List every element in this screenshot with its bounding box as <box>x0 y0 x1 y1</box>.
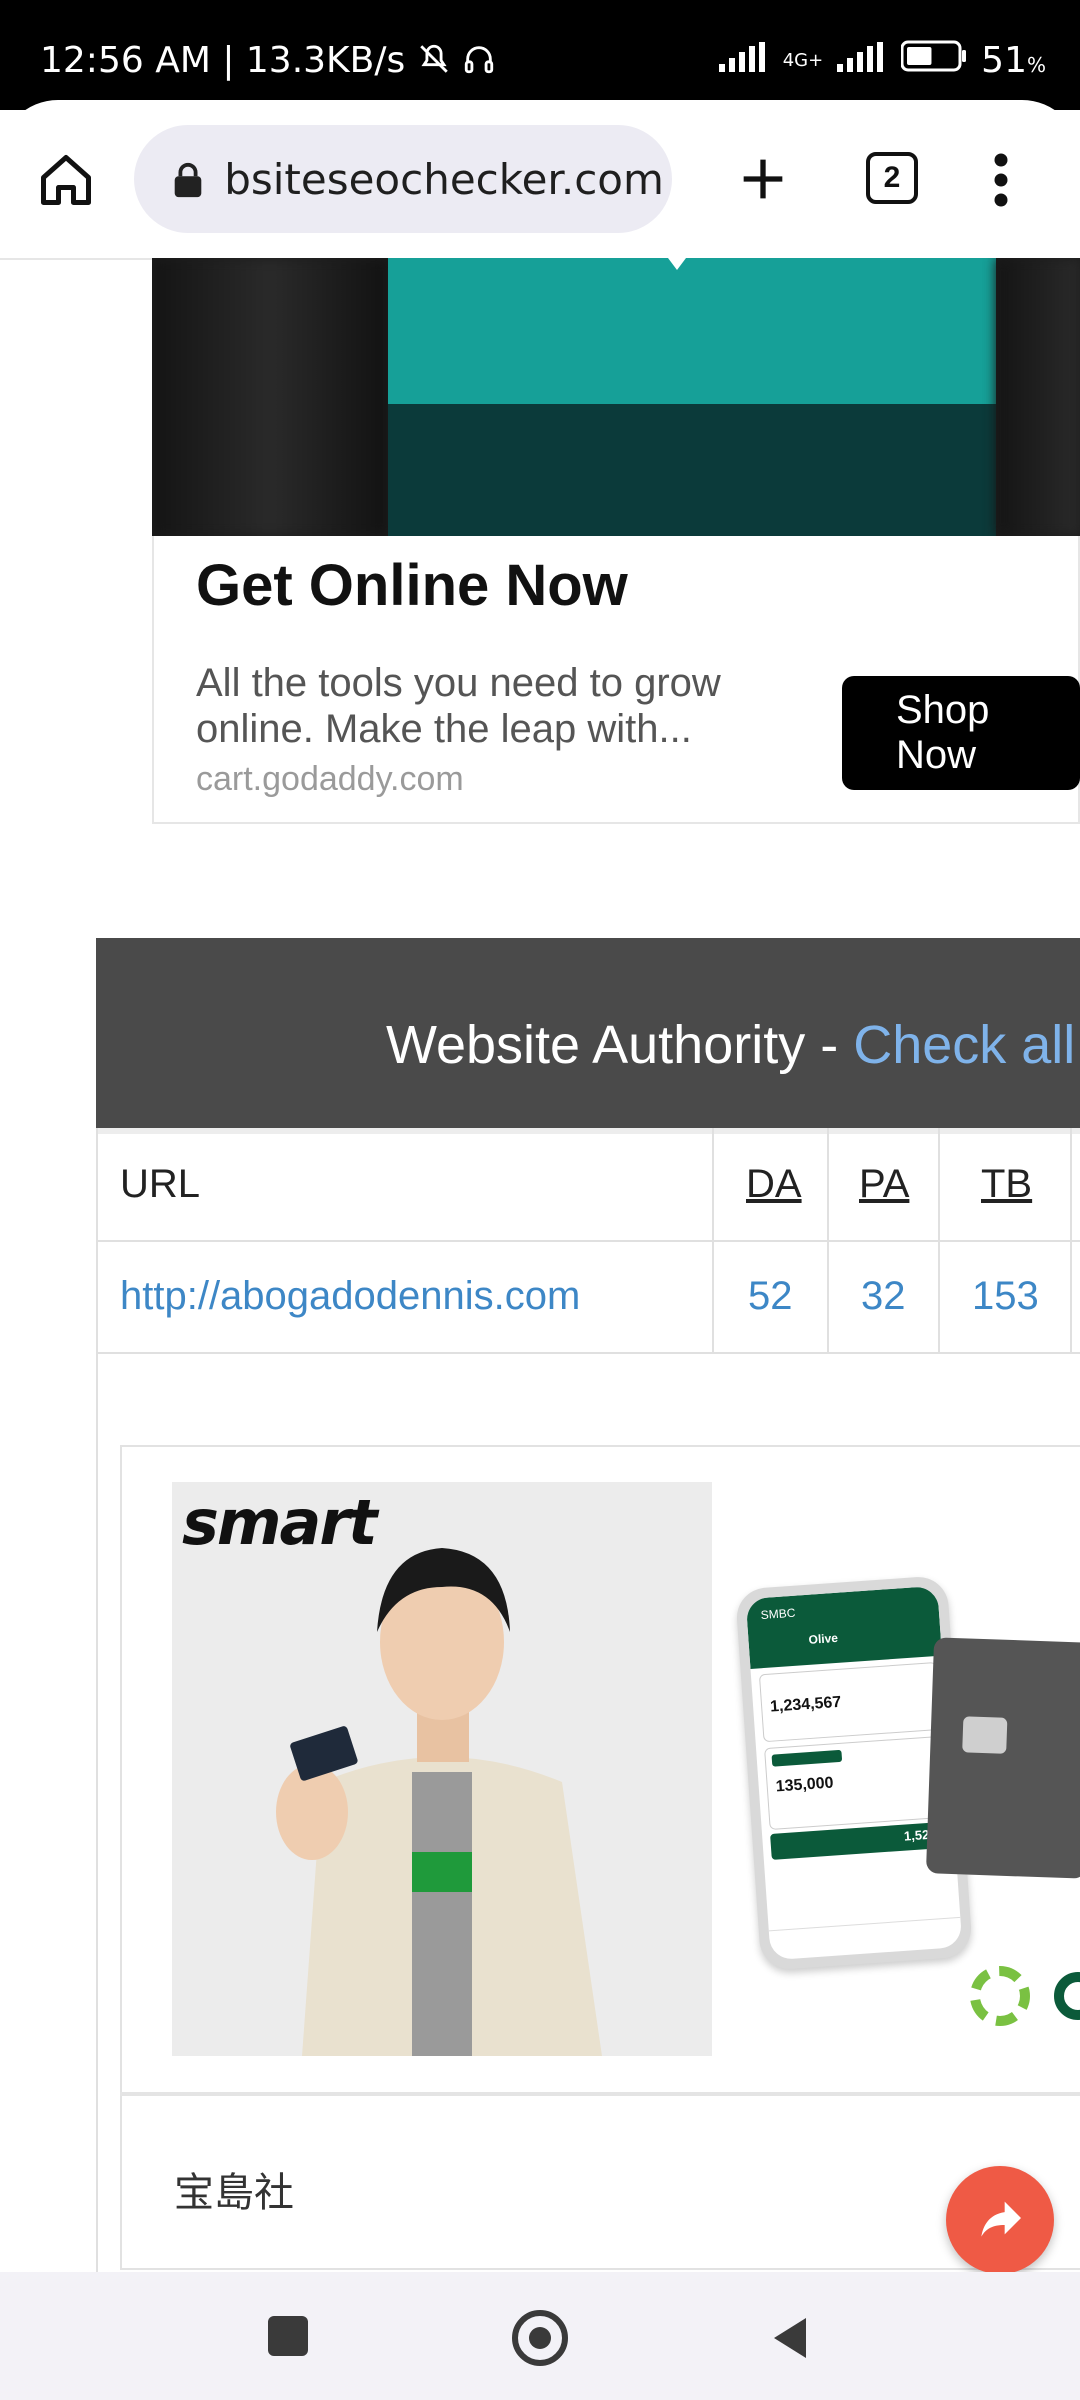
tab-count: 2 <box>883 161 901 194</box>
table-row-divider <box>96 1240 1080 1242</box>
card-chip <box>962 1716 1008 1754</box>
phone-header: SMBC Olive <box>745 1585 943 1669</box>
authority-title: Website Authority - Check all <box>386 1014 1075 1076</box>
phone-balance-2: 135,000 <box>775 1774 835 1796</box>
plus-icon[interactable] <box>734 150 792 208</box>
content-border-left <box>96 1355 98 2272</box>
ad-domain[interactable]: cart.godaddy.com <box>196 760 464 799</box>
play-icon[interactable] <box>662 258 692 282</box>
system-nav-bar <box>0 2272 1080 2400</box>
pa-value: 32 <box>861 1274 906 1318</box>
authority-table: URL DA PA TB http://abogadodennis.com 52… <box>96 1128 1080 1355</box>
bell-off-icon <box>417 40 462 81</box>
phone-brand: SMBC <box>760 1605 796 1623</box>
table-col-divider <box>1070 1128 1072 1354</box>
phone-card-2: 135,000 <box>764 1735 948 1831</box>
circle-icon-inner <box>529 2327 551 2349</box>
triangle-back-icon[interactable] <box>770 2316 810 2360</box>
headset-icon <box>462 40 496 81</box>
ad-dark-panel <box>388 404 996 536</box>
phone-card-1: 1,234,567 <box>758 1661 942 1743</box>
ad-title[interactable]: Get Online Now <box>196 552 628 619</box>
ad-photo[interactable]: smart <box>172 1482 712 2056</box>
ad-teal-panel <box>388 258 996 404</box>
status-time: 12:56 AM | 13.3KB/s <box>40 40 406 81</box>
ad-divider <box>120 2092 1080 2096</box>
da-value: 52 <box>748 1274 793 1318</box>
phone-tag <box>771 1749 843 1767</box>
table-col-divider <box>938 1128 940 1354</box>
table-col-divider <box>827 1128 829 1354</box>
check-all-link[interactable]: Check all <box>853 1015 1075 1075</box>
more-vert-icon[interactable] <box>986 150 1016 210</box>
ad-brand-text: smart <box>182 1486 378 1559</box>
share-icon <box>972 2190 1028 2251</box>
ad-publisher[interactable]: 宝島社 <box>174 2160 294 2218</box>
url-text[interactable]: websiteseochecker.com <box>226 155 664 204</box>
battery-percent: 51% <box>981 40 1046 81</box>
table-col-divider <box>712 1128 714 1354</box>
signal-icon-2 <box>837 40 887 81</box>
status-indicators: 4G+ 51% <box>718 40 1046 81</box>
network-type: 4G+ <box>782 50 824 71</box>
blur-left <box>152 258 388 536</box>
status-bar: 12:56 AM | 13.3KB/s 4G+ 51% <box>0 0 1080 110</box>
status-time-speed: 12:56 AM | 13.3KB/s <box>40 40 496 81</box>
address-bar[interactable]: websiteseochecker.com <box>134 125 672 233</box>
authority-header: Website Authority - Check all <box>96 938 1080 1134</box>
share-button[interactable] <box>946 2166 1054 2274</box>
phone-app-name: Olive <box>808 1630 839 1647</box>
blur-right <box>996 258 1080 536</box>
ad-credit-card <box>925 1637 1080 1879</box>
tb-value: 153 <box>972 1274 1039 1318</box>
phone-balance-1: 1,234,567 <box>769 1693 842 1716</box>
circle-icon[interactable] <box>512 2310 568 2366</box>
ad-logo-ring <box>970 1966 1030 2026</box>
column-header-url: URL <box>120 1162 201 1206</box>
column-header-da[interactable]: DA <box>746 1162 802 1207</box>
square-icon[interactable] <box>268 2316 308 2356</box>
table-border-bottom <box>96 1352 1080 1354</box>
shop-now-button[interactable]: Shop Now <box>842 676 1080 790</box>
column-header-tb[interactable]: TB <box>981 1162 1032 1207</box>
home-icon[interactable] <box>36 150 96 210</box>
ad-video-banner[interactable] <box>152 258 1080 536</box>
column-header-pa[interactable]: PA <box>859 1162 909 1207</box>
lock-icon[interactable] <box>170 161 206 199</box>
tab-switcher-icon[interactable]: 2 <box>866 152 918 204</box>
authority-title-text: Website Authority - <box>386 1015 854 1075</box>
ad-description[interactable]: All the tools you need to grow online. M… <box>196 660 796 752</box>
phone-tabbar <box>768 1916 963 1961</box>
signal-icon <box>718 40 769 81</box>
result-url-link[interactable]: http://abogadodennis.com <box>120 1274 580 1319</box>
battery-icon <box>900 40 967 81</box>
